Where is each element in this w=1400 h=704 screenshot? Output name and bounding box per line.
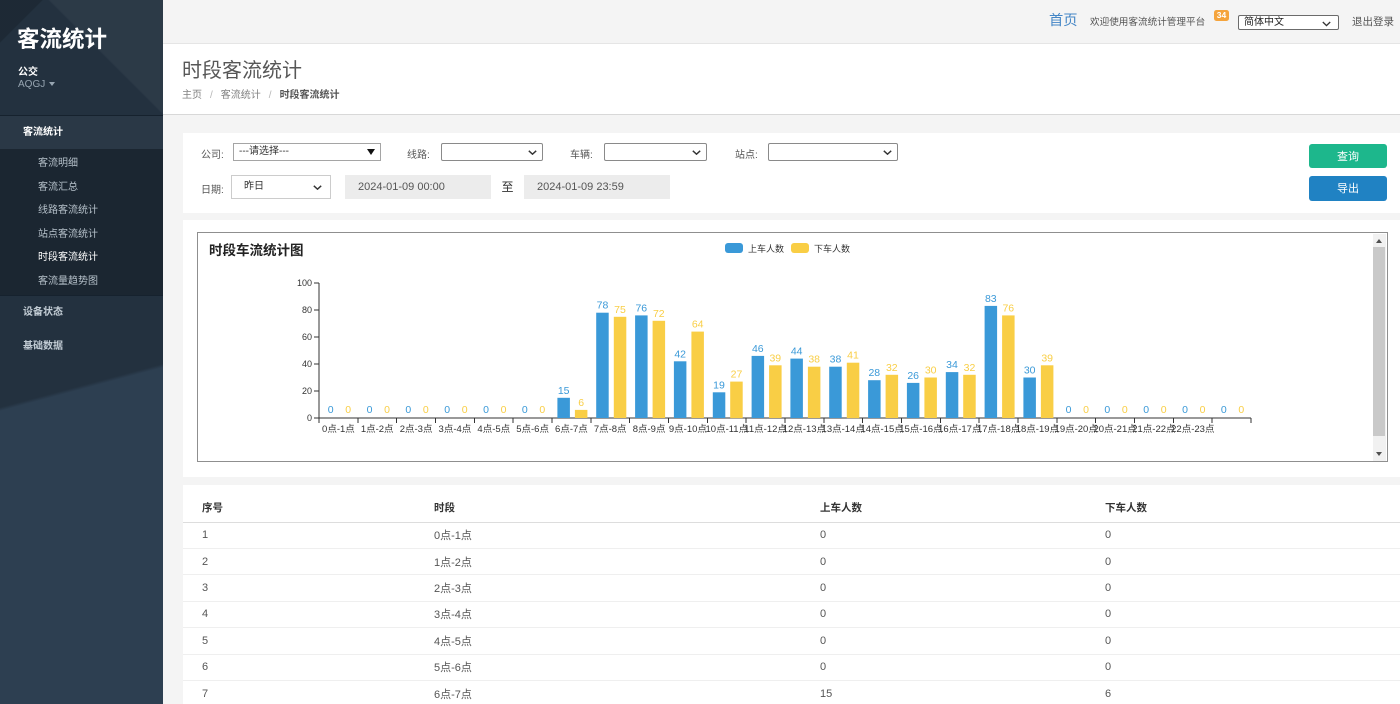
svg-text:5点-6点: 5点-6点 bbox=[516, 424, 549, 435]
svg-text:0: 0 bbox=[1182, 404, 1188, 416]
svg-text:1点-2点: 1点-2点 bbox=[361, 424, 394, 435]
svg-text:80: 80 bbox=[302, 305, 312, 315]
svg-text:46: 46 bbox=[752, 343, 764, 355]
svg-text:8点-9点: 8点-9点 bbox=[633, 424, 666, 435]
svg-text:0: 0 bbox=[1143, 404, 1149, 416]
svg-text:7点-8点: 7点-8点 bbox=[594, 424, 627, 435]
svg-text:0: 0 bbox=[1238, 404, 1244, 416]
svg-text:6点-7点: 6点-7点 bbox=[555, 424, 588, 435]
svg-text:27: 27 bbox=[731, 369, 743, 381]
svg-text:40: 40 bbox=[302, 359, 312, 369]
svg-text:6: 6 bbox=[578, 397, 584, 409]
svg-text:39: 39 bbox=[769, 352, 781, 364]
svg-text:0: 0 bbox=[1200, 404, 1206, 416]
svg-text:32: 32 bbox=[886, 362, 898, 374]
svg-text:14点-15点: 14点-15点 bbox=[860, 424, 904, 435]
svg-text:0: 0 bbox=[522, 404, 528, 416]
svg-text:78: 78 bbox=[597, 300, 609, 312]
svg-text:12点-13点: 12点-13点 bbox=[783, 424, 827, 435]
svg-text:0: 0 bbox=[328, 404, 334, 416]
svg-text:20点-21点: 20点-21点 bbox=[1093, 424, 1137, 435]
svg-text:0: 0 bbox=[1221, 404, 1227, 416]
svg-text:0点-1点: 0点-1点 bbox=[322, 424, 355, 435]
svg-text:22点-23点: 22点-23点 bbox=[1171, 424, 1215, 435]
svg-text:75: 75 bbox=[614, 304, 626, 316]
svg-text:13点-14点: 13点-14点 bbox=[822, 424, 866, 435]
svg-text:0: 0 bbox=[501, 404, 507, 416]
svg-text:72: 72 bbox=[653, 308, 665, 320]
svg-text:76: 76 bbox=[1002, 302, 1014, 314]
svg-text:15: 15 bbox=[558, 385, 570, 397]
svg-text:0: 0 bbox=[1066, 404, 1072, 416]
svg-text:19点-20点: 19点-20点 bbox=[1055, 424, 1099, 435]
svg-text:32: 32 bbox=[964, 362, 976, 374]
svg-text:0: 0 bbox=[423, 404, 429, 416]
svg-text:0: 0 bbox=[307, 413, 312, 423]
svg-text:2点-3点: 2点-3点 bbox=[400, 424, 433, 435]
svg-text:30: 30 bbox=[1024, 365, 1036, 377]
svg-text:34: 34 bbox=[946, 359, 958, 371]
svg-text:20: 20 bbox=[302, 386, 312, 396]
svg-text:0: 0 bbox=[405, 404, 411, 416]
svg-text:76: 76 bbox=[635, 302, 647, 314]
svg-text:44: 44 bbox=[791, 346, 803, 358]
svg-text:41: 41 bbox=[847, 350, 859, 362]
svg-text:9点-10点: 9点-10点 bbox=[669, 424, 708, 435]
svg-text:64: 64 bbox=[692, 319, 704, 331]
svg-text:19: 19 bbox=[713, 379, 725, 391]
svg-text:0: 0 bbox=[345, 404, 351, 416]
svg-text:0: 0 bbox=[1161, 404, 1167, 416]
svg-text:17点-18点: 17点-18点 bbox=[977, 424, 1021, 435]
svg-text:18点-19点: 18点-19点 bbox=[1016, 424, 1060, 435]
svg-text:83: 83 bbox=[985, 293, 997, 305]
svg-text:38: 38 bbox=[830, 354, 842, 366]
svg-text:21点-22点: 21点-22点 bbox=[1132, 424, 1176, 435]
svg-text:0: 0 bbox=[384, 404, 390, 416]
svg-text:0: 0 bbox=[1083, 404, 1089, 416]
svg-text:16点-17点: 16点-17点 bbox=[938, 424, 982, 435]
svg-text:42: 42 bbox=[674, 348, 686, 360]
svg-text:0: 0 bbox=[1122, 404, 1128, 416]
svg-text:0: 0 bbox=[1104, 404, 1110, 416]
svg-text:11点-12点: 11点-12点 bbox=[744, 424, 787, 435]
svg-text:0: 0 bbox=[367, 404, 373, 416]
svg-text:100: 100 bbox=[297, 278, 312, 288]
svg-text:30: 30 bbox=[925, 365, 937, 377]
svg-text:0: 0 bbox=[462, 404, 468, 416]
svg-text:26: 26 bbox=[907, 370, 919, 382]
svg-text:10点-11点: 10点-11点 bbox=[706, 424, 749, 435]
svg-text:38: 38 bbox=[808, 354, 820, 366]
svg-text:39: 39 bbox=[1041, 352, 1053, 364]
svg-text:0: 0 bbox=[539, 404, 545, 416]
svg-text:0: 0 bbox=[483, 404, 489, 416]
svg-text:4点-5点: 4点-5点 bbox=[477, 424, 510, 435]
svg-text:3点-4点: 3点-4点 bbox=[439, 424, 472, 435]
svg-text:28: 28 bbox=[868, 367, 880, 379]
svg-text:0: 0 bbox=[444, 404, 450, 416]
svg-text:60: 60 bbox=[302, 332, 312, 342]
svg-text:15点-16点: 15点-16点 bbox=[899, 424, 943, 435]
